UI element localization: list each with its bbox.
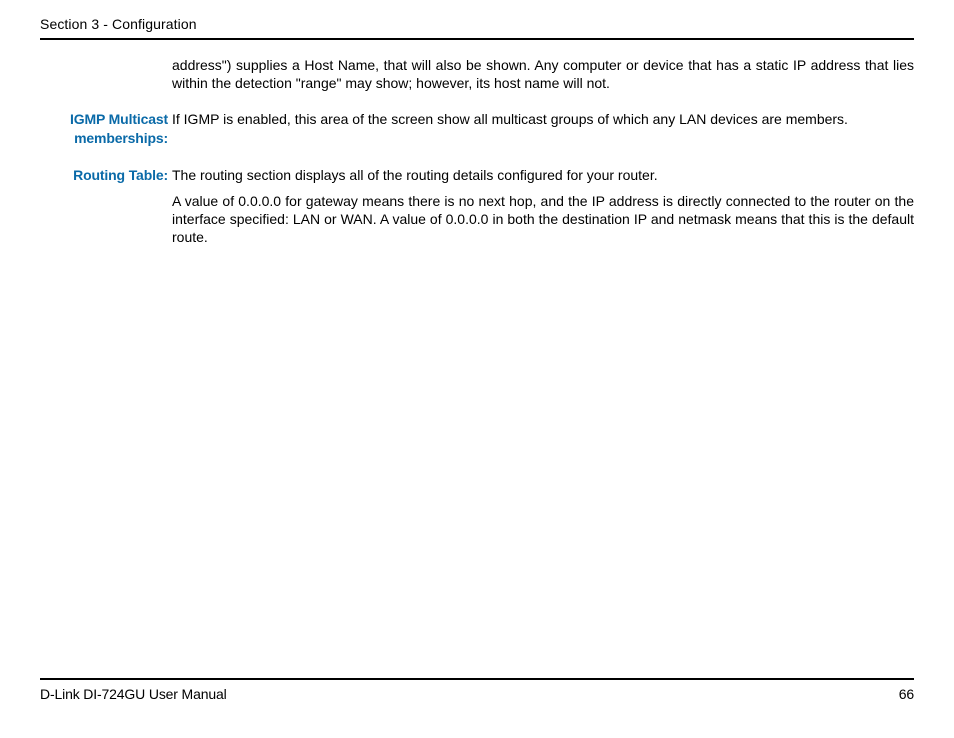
igmp-text: If IGMP is enabled, this area of the scr… bbox=[172, 110, 914, 128]
routing-p1: The routing section displays all of the … bbox=[172, 166, 914, 184]
igmp-label: IGMP Multicast memberships: bbox=[70, 111, 168, 146]
intro-body: address") supplies a Host Name, that wil… bbox=[172, 56, 914, 92]
igmp-row: IGMP Multicast memberships: If IGMP is e… bbox=[40, 110, 914, 148]
footer-page-number: 66 bbox=[899, 686, 914, 702]
routing-label: Routing Table: bbox=[73, 167, 168, 183]
intro-text: address") supplies a Host Name, that wil… bbox=[172, 56, 914, 92]
routing-label-col: Routing Table: bbox=[40, 166, 172, 185]
section-header: Section 3 - Configuration bbox=[40, 16, 914, 38]
routing-p2: A value of 0.0.0.0 for gateway means the… bbox=[172, 192, 914, 246]
routing-row: Routing Table: The routing section displ… bbox=[40, 166, 914, 246]
intro-row: address") supplies a Host Name, that wil… bbox=[40, 56, 914, 92]
page-footer: D-Link DI-724GU User Manual 66 bbox=[40, 678, 914, 702]
routing-body: The routing section displays all of the … bbox=[172, 166, 914, 246]
igmp-body: If IGMP is enabled, this area of the scr… bbox=[172, 110, 914, 128]
igmp-label-col: IGMP Multicast memberships: bbox=[40, 110, 172, 148]
footer-manual-name: D-Link DI-724GU User Manual bbox=[40, 686, 227, 702]
footer-divider bbox=[40, 678, 914, 680]
content-area: address") supplies a Host Name, that wil… bbox=[40, 56, 914, 246]
footer-row: D-Link DI-724GU User Manual 66 bbox=[40, 686, 914, 702]
header-divider bbox=[40, 38, 914, 40]
